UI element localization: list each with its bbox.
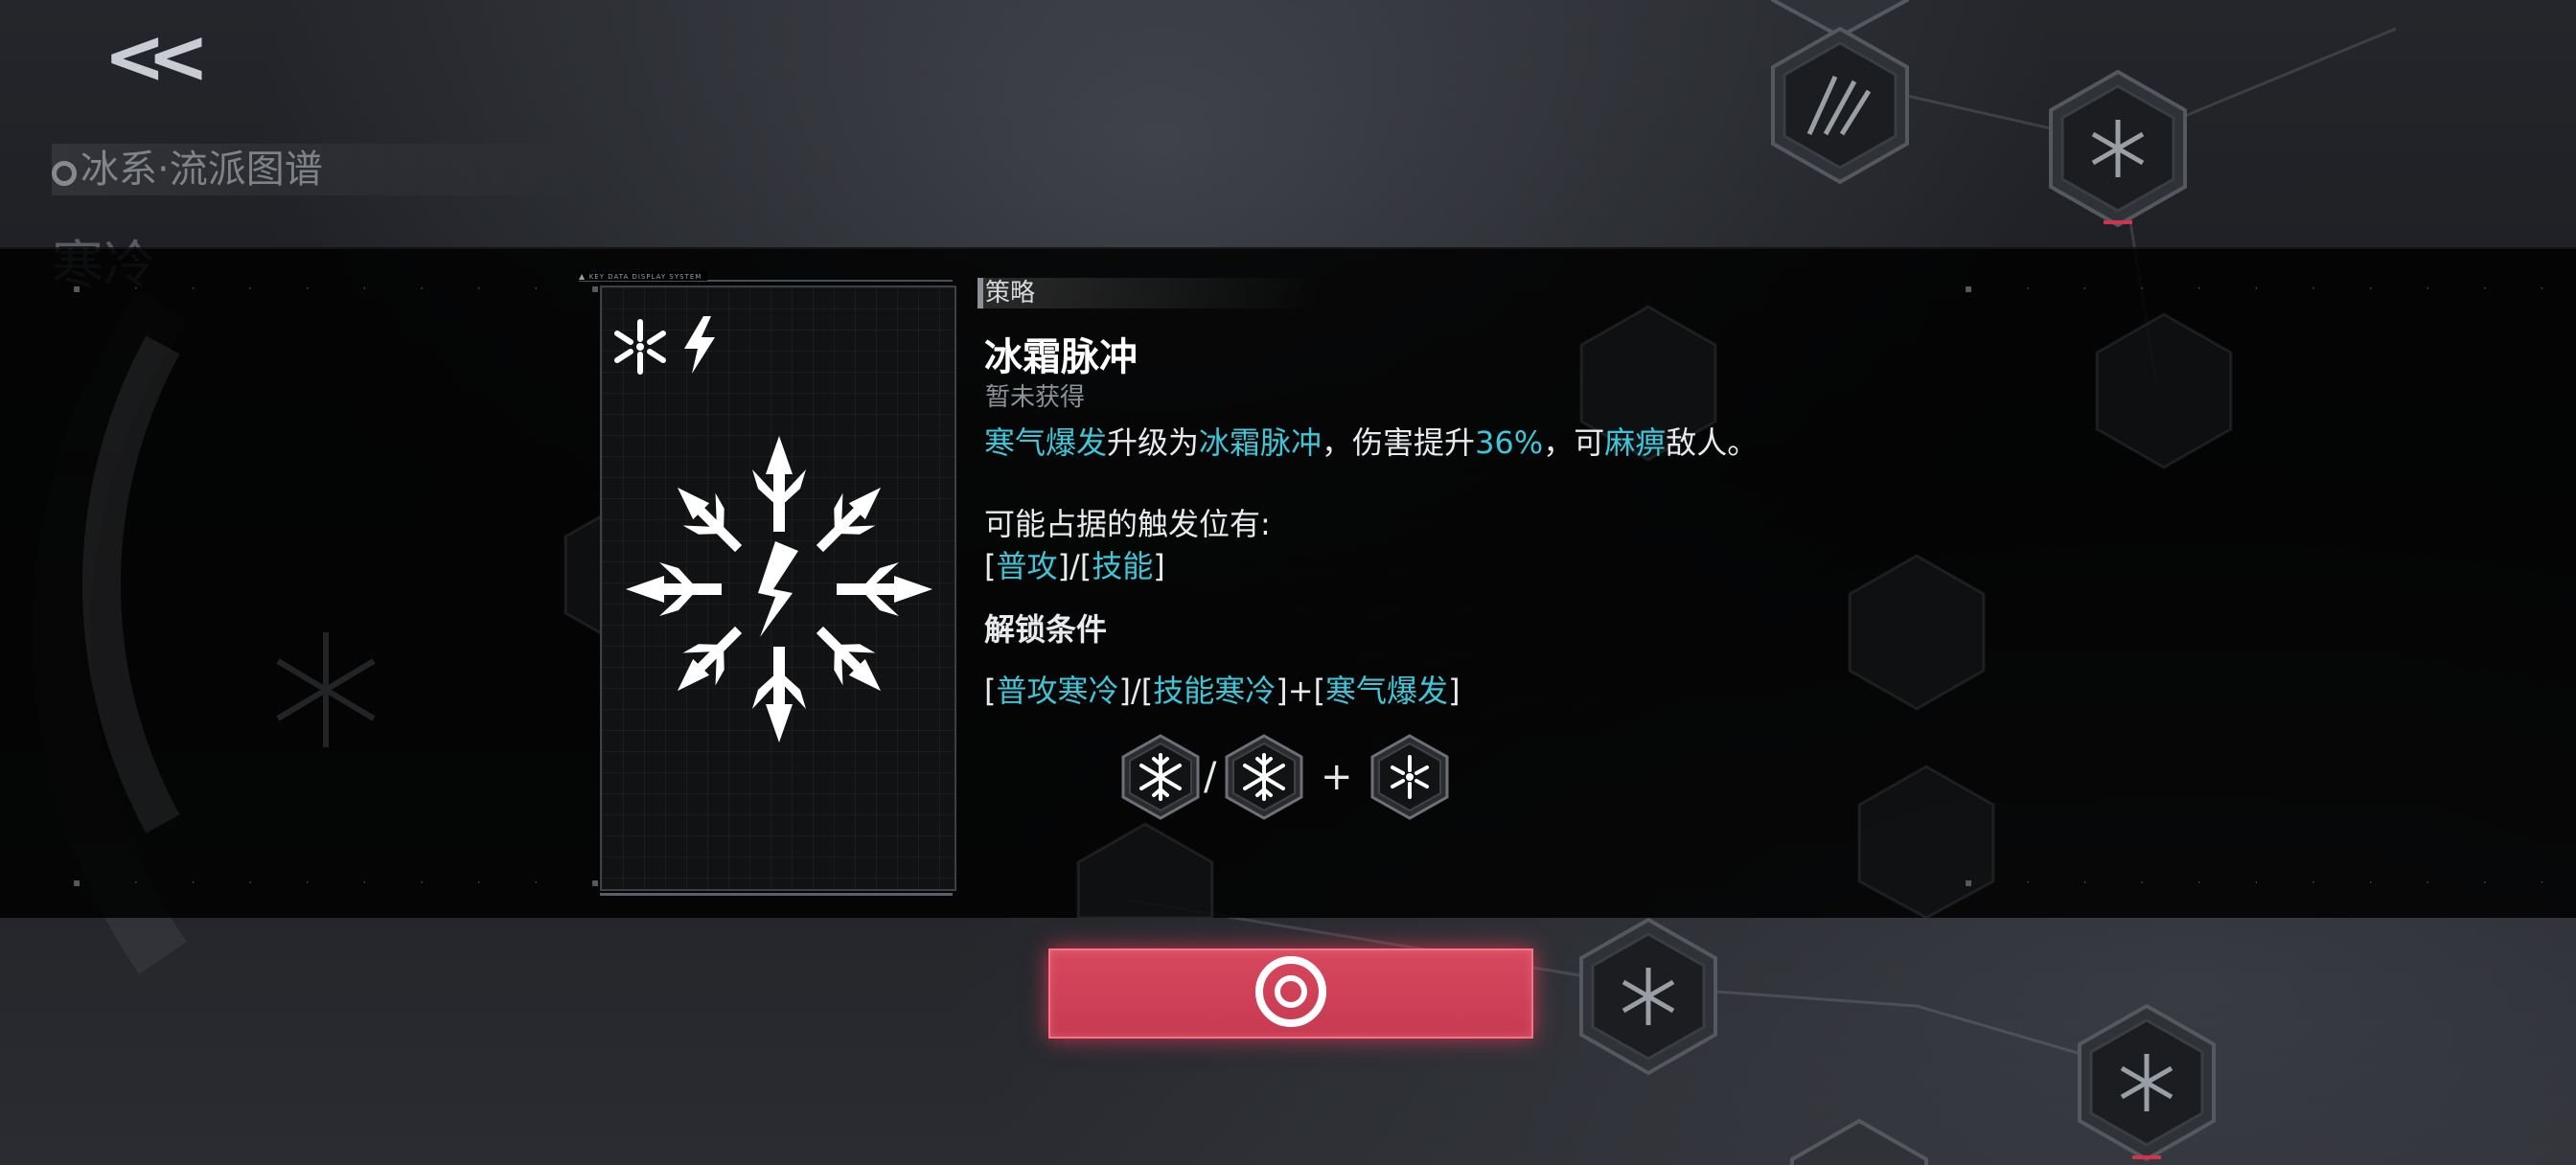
panel-dots-top-right: ▪ · · · · · · · · · · ▪ (1965, 282, 2576, 295)
requirement-or-separator: / (1204, 755, 1217, 799)
trigger-slot: 普攻 (996, 548, 1058, 584)
desc-target-skill: 冰霜脉冲 (1199, 424, 1322, 461)
skill-category: 策略 (985, 279, 1036, 308)
desc-value: 36% (1475, 424, 1544, 461)
desc-text-3: ，可 (1543, 424, 1605, 461)
ice-burst-icon (614, 319, 666, 375)
snowflake-icon[interactable] (1119, 734, 1202, 820)
desc-source-skill: 寒气爆发 (984, 424, 1108, 461)
unlock-req-c: 寒气爆发 (1325, 673, 1449, 709)
skill-name: 冰霜脉冲 (984, 335, 1138, 379)
target-ring-inner (1275, 975, 1307, 1008)
unlock-conditions: [普攻寒冷]/[技能寒冷]+[寒气爆发] (984, 673, 1460, 709)
trigger-slot: 技能 (1092, 548, 1154, 584)
skill-status: 暂未获得 (985, 383, 1086, 412)
desc-text-4: 敌人。 (1666, 424, 1759, 461)
unlock-req-a: 普攻寒冷 (996, 673, 1119, 709)
card-frame-bottom (600, 893, 953, 896)
unlock-req-b: 技能寒冷 (1153, 673, 1276, 709)
confirm-button[interactable] (1048, 948, 1533, 1039)
requirement-plus-separator: + (1321, 755, 1353, 799)
desc-text-1: 升级为 (1107, 424, 1200, 461)
panel-dots-bottom-right: ▪ · · · · · · · · · · ▪ (1965, 876, 2576, 889)
panel-dots-top-left: ▪ · · · · · · · · ▪ (73, 282, 625, 295)
desc-effect: 麻痹 (1604, 424, 1667, 461)
trigger-slots-label: 可能占据的触发位有: (984, 506, 1271, 542)
ice-burst-icon[interactable] (1368, 734, 1451, 820)
school-title: 冰系·流派图谱 (52, 144, 588, 195)
unlock-conditions-label: 解锁条件 (984, 611, 1108, 648)
school-title-text: 冰系·流派图谱 (80, 148, 323, 192)
card-caption: KEY DATA DISPLAY SYSTEM (579, 272, 708, 281)
lightning-icon (684, 316, 715, 374)
school-ring-icon (52, 161, 77, 186)
frost-snowflake-icon (626, 436, 932, 742)
snowflake-icon[interactable] (1223, 734, 1305, 820)
desc-text-2: ，伤害提升 (1322, 424, 1476, 461)
skill-description: 寒气爆发升级为冰霜脉冲，伤害提升36%，可麻痹敌人。 (984, 419, 1758, 463)
skill-card (600, 286, 956, 891)
back-button[interactable]: << (104, 19, 218, 96)
panel-dots-bottom-left: ▪ · · · · · · · · ▪ (73, 876, 625, 889)
trigger-slots-list: [普攻]/[技能] (984, 548, 1165, 584)
